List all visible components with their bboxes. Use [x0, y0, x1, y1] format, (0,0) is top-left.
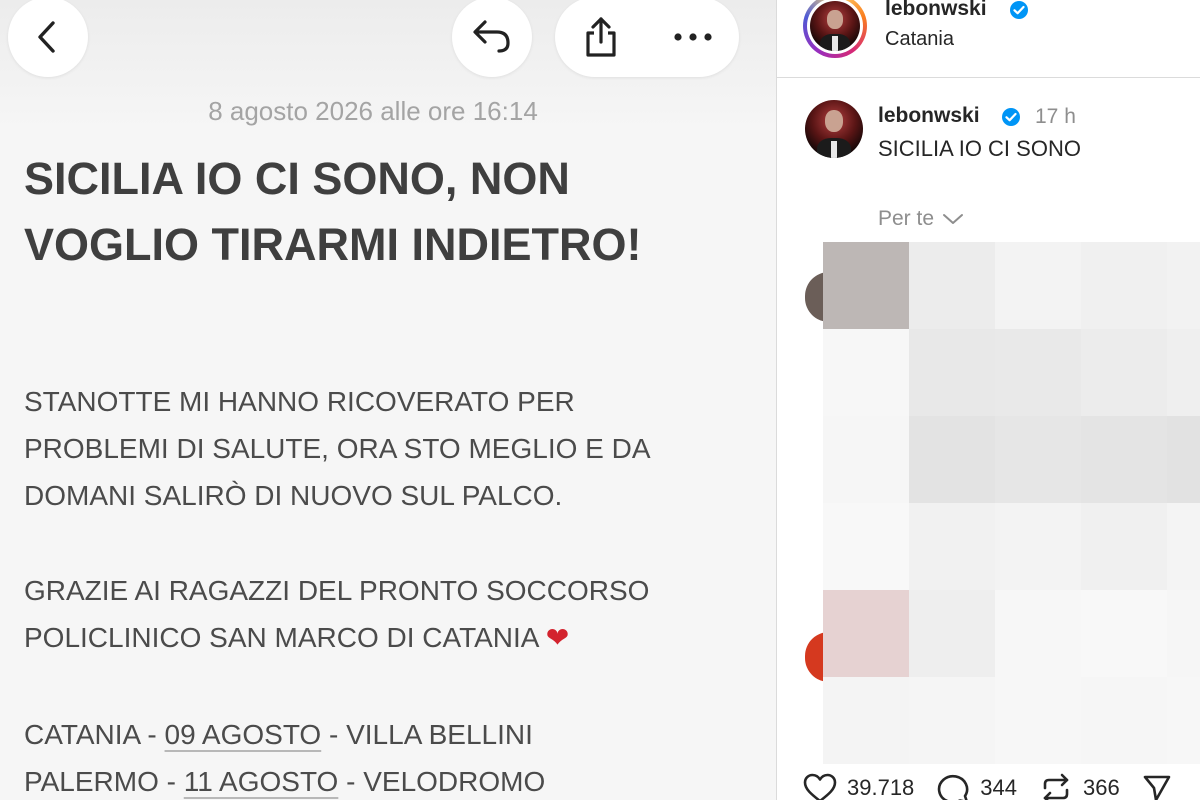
- blur-tile: [909, 329, 995, 416]
- blur-tile: [1081, 329, 1167, 416]
- note-line: GRAZIE AI RAGAZZI DEL PRONTO SOCCORSO: [24, 575, 650, 606]
- blur-tile: [995, 503, 1081, 590]
- blur-tile: [995, 416, 1081, 503]
- repost-icon: [1043, 773, 1069, 800]
- avatar-shirt: [832, 36, 838, 51]
- blur-tile: [1167, 677, 1200, 764]
- tour-venue: - VILLA BELLINI: [321, 719, 533, 750]
- tour-city: CATANIA -: [24, 719, 165, 750]
- note-line: DOMANI SALIRÒ DI NUOVO SUL PALCO.: [24, 480, 563, 511]
- blur-tile: [1081, 590, 1167, 677]
- post-header: lebonwski Catania: [777, 0, 1200, 78]
- blur-tile: [1081, 416, 1167, 503]
- verified-badge-icon: [1002, 108, 1020, 126]
- heart-icon: [803, 773, 837, 800]
- tour-dates: CATANIA - 09 AGOSTO - VILLA BELLINI PALE…: [24, 711, 764, 800]
- repost-button[interactable]: 366: [1039, 772, 1120, 800]
- note-title-line: VOGLIO TIRARMI INDIETRO!: [24, 219, 642, 270]
- tour-venue: - VELODROMO: [338, 766, 546, 797]
- post-username[interactable]: lebonwski: [878, 104, 980, 128]
- tour-date-link[interactable]: 11 AGOSTO: [184, 766, 339, 797]
- heart-emoji: ❤: [545, 622, 570, 653]
- comment-button[interactable]: 344: [936, 772, 1017, 800]
- note-date: 8 agosto 2026 alle ore 16:14: [208, 96, 538, 126]
- blur-tile: [1081, 677, 1167, 764]
- note-line: STANOTTE MI HANNO RICOVERATO PER: [24, 386, 575, 417]
- blur-tile: [995, 329, 1081, 416]
- blur-tile: [1167, 242, 1200, 329]
- blur-tile: [909, 242, 995, 329]
- comments-filter-dropdown[interactable]: Per te: [878, 207, 964, 231]
- blur-tile: [995, 242, 1081, 329]
- like-button[interactable]: 39.718: [803, 773, 914, 800]
- note-paragraph-1: STANOTTE MI HANNO RICOVERATO PER PROBLEM…: [24, 378, 764, 519]
- post-avatar[interactable]: [805, 100, 863, 158]
- blur-tile: [823, 242, 909, 329]
- header-location[interactable]: Catania: [885, 28, 954, 51]
- more-icon: [674, 33, 712, 41]
- blur-tile: [995, 590, 1081, 677]
- actions-pill: [555, 0, 739, 77]
- blur-tile: [1081, 503, 1167, 590]
- blur-tile: [823, 329, 909, 416]
- comment-icon: [938, 774, 969, 800]
- reply-button[interactable]: [452, 0, 532, 77]
- note-line-text: POLICLINICO SAN MARCO DI CATANIA: [24, 622, 538, 653]
- header-username[interactable]: lebonwski: [885, 0, 987, 21]
- share-icon: [586, 17, 616, 57]
- back-button[interactable]: [8, 0, 88, 77]
- tour-city: PALERMO -: [24, 766, 184, 797]
- repost-count: 366: [1083, 775, 1120, 800]
- post-caption: SICILIA IO CI SONO: [878, 136, 1081, 161]
- note-title: SICILIA IO CI SONO, NON VOGLIO TIRARMI I…: [24, 146, 744, 278]
- share-post-button[interactable]: [1142, 773, 1172, 800]
- comments-filter-label: Per te: [878, 207, 935, 230]
- blur-tile: [909, 503, 995, 590]
- story-ring[interactable]: [803, 0, 867, 58]
- chevron-down-icon: [943, 214, 964, 224]
- blur-tile: [823, 590, 909, 677]
- note-paragraph-2: GRAZIE AI RAGAZZI DEL PRONTO SOCCORSO PO…: [24, 567, 764, 661]
- verified-badge-icon: [1010, 1, 1028, 19]
- more-button[interactable]: [653, 0, 733, 77]
- blur-tile: [1167, 416, 1200, 503]
- blur-tile: [1167, 329, 1200, 416]
- blur-tile: [823, 677, 909, 764]
- blurred-comments-area: [823, 242, 1200, 764]
- avatar: [810, 1, 860, 51]
- note-line: PROBLEMI DI SALUTE, ORA STO MEGLIO E DA: [24, 433, 651, 464]
- avatar-face: [824, 110, 844, 133]
- blur-tile: [909, 416, 995, 503]
- note-line: POLICLINICO SAN MARCO DI CATANIA ❤: [24, 614, 764, 661]
- blur-tile: [1167, 590, 1200, 677]
- note-screenshot: 8 agosto 2026 alle ore 16:14 SICILIA IO …: [0, 0, 776, 800]
- post-actions: 39.718 344 366: [803, 772, 1194, 800]
- blur-tile: [995, 677, 1081, 764]
- note-title-line: SICILIA IO CI SONO, NON: [24, 153, 570, 204]
- blur-tile: [909, 590, 995, 677]
- comment-count: 344: [980, 775, 1018, 800]
- send-icon: [1143, 775, 1171, 800]
- tour-date-link[interactable]: 09 AGOSTO: [165, 719, 322, 750]
- blur-tile: [1081, 242, 1167, 329]
- share-button[interactable]: [561, 0, 641, 77]
- like-count: 39.718: [847, 775, 915, 800]
- blur-tile: [909, 677, 995, 764]
- avatar-shirt: [830, 140, 838, 158]
- story-ring-inner: [807, 0, 863, 54]
- tour-date-row: CATANIA - 09 AGOSTO - VILLA BELLINI: [24, 711, 764, 758]
- blur-tile: [1167, 503, 1200, 590]
- reply-arrow-icon: [473, 20, 510, 53]
- blur-tile: [823, 503, 909, 590]
- instagram-panel: lebonwski Catania lebonwski 17 h SICILIA…: [776, 0, 1200, 800]
- blur-tile: [823, 416, 909, 503]
- avatar-face: [827, 10, 843, 29]
- tour-date-row: PALERMO - 11 AGOSTO - VELODROMO: [24, 758, 764, 800]
- post-time[interactable]: 17 h: [1035, 105, 1076, 129]
- back-chevron-icon: [38, 21, 55, 53]
